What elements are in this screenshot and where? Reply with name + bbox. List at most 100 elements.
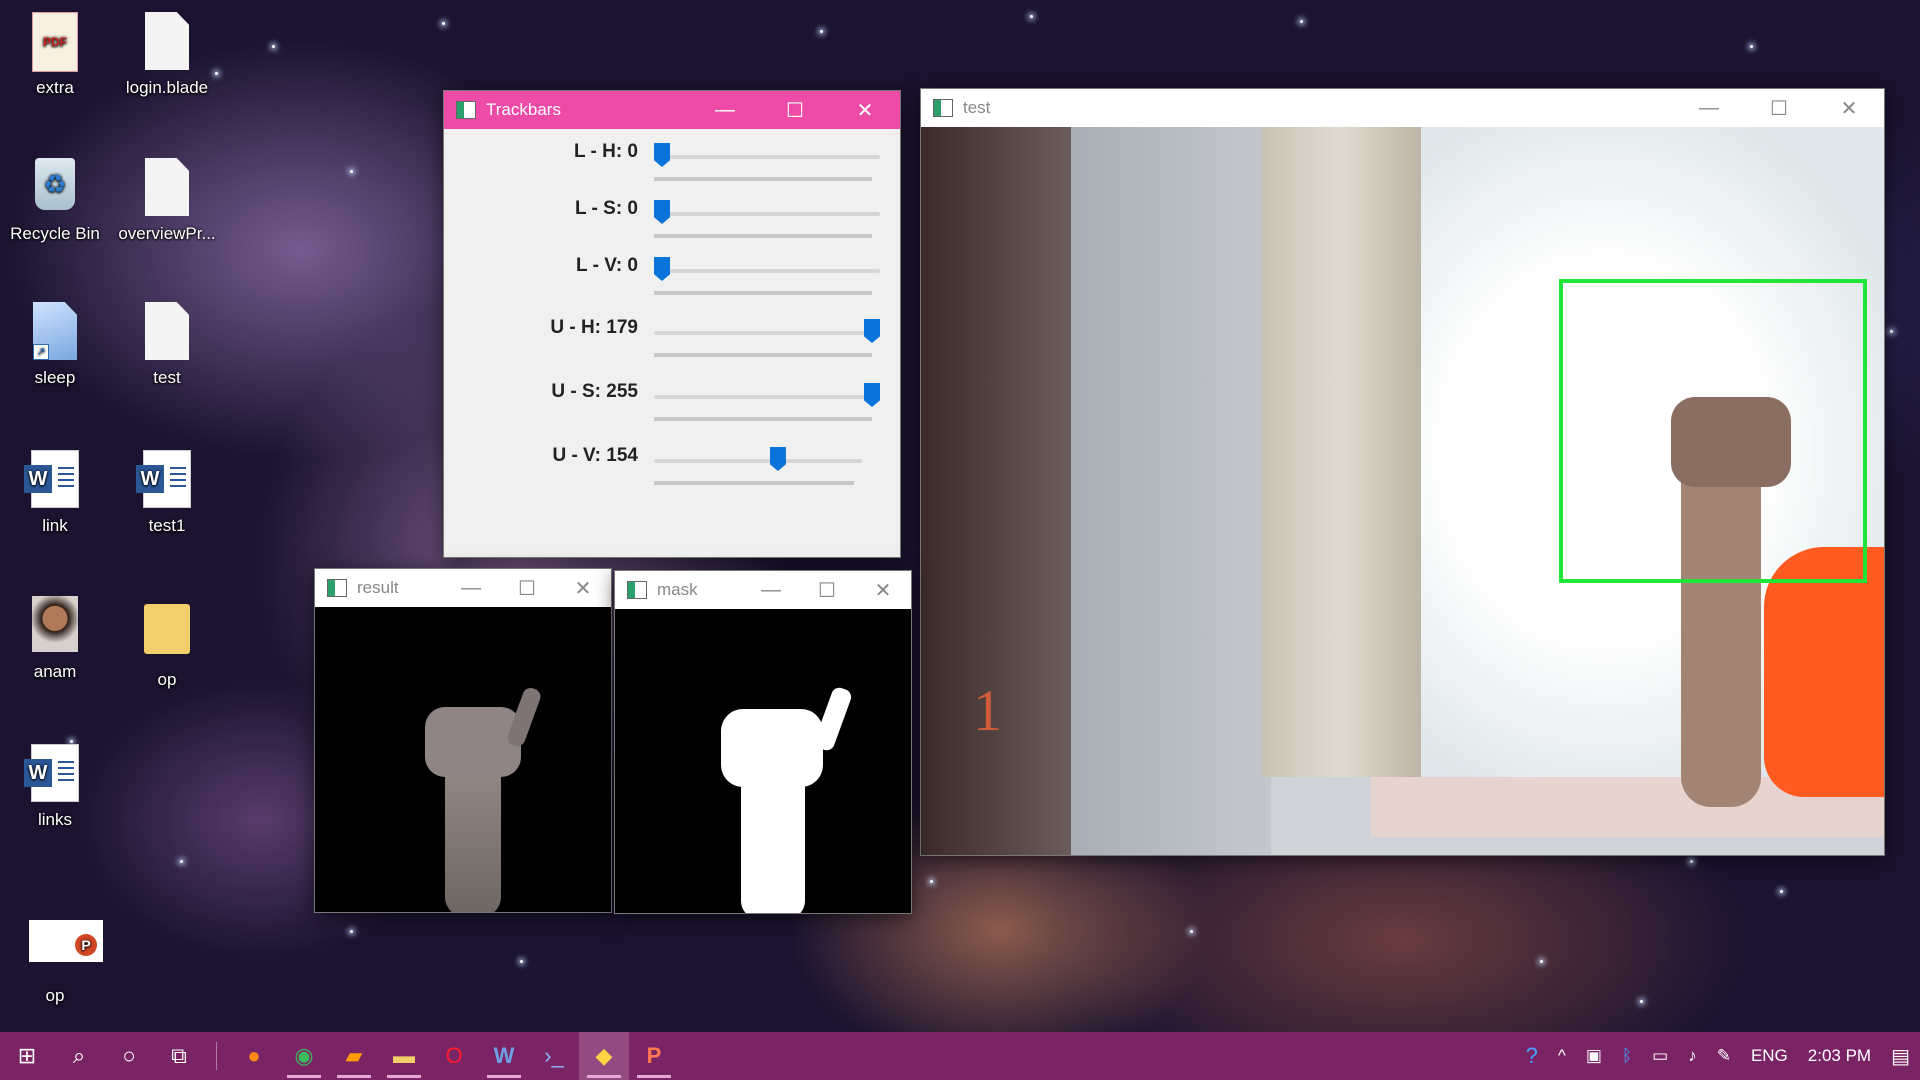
task-view-button[interactable]: ⧉ [154, 1032, 204, 1080]
result-titlebar[interactable]: result — ☐ ✕ [315, 569, 611, 607]
trackbar-rail[interactable] [654, 395, 880, 399]
minimize-button[interactable]: — [743, 571, 799, 609]
desktop-icon-links[interactable]: W links [5, 744, 105, 830]
maximize-button[interactable]: ☐ [760, 91, 830, 129]
trackbar-rail[interactable] [654, 269, 880, 273]
pdf-file-icon: PDF [32, 12, 78, 72]
file-icon [145, 158, 189, 216]
taskbar-powershell[interactable]: ›_ [529, 1032, 579, 1080]
close-button[interactable]: ✕ [830, 91, 900, 129]
close-button[interactable]: ✕ [1814, 89, 1884, 127]
dark-wall-edge [921, 127, 1071, 855]
maximize-button[interactable]: ☐ [1744, 89, 1814, 127]
trackbar-thumb[interactable] [654, 257, 670, 281]
taskbar-python[interactable]: ◆ [579, 1032, 629, 1080]
trackbar-row: U - H: 179 [444, 315, 900, 379]
language-indicator[interactable]: ENG [1751, 1046, 1788, 1066]
desktop-icon-anam[interactable]: anam [5, 596, 105, 682]
trackbar-thumb[interactable] [654, 143, 670, 167]
close-button[interactable]: ✕ [855, 571, 911, 609]
taskbar-file-explorer[interactable]: ▬ [379, 1032, 429, 1080]
trackbar-label: L - V: 0 [576, 255, 638, 276]
desktop-icon-test[interactable]: test [117, 302, 217, 388]
desktop-icon-op-folder[interactable]: op [117, 596, 217, 690]
app-icon [327, 579, 347, 597]
hand-fist [425, 707, 521, 777]
overlay-number: 1 [973, 678, 1002, 743]
desktop-icon-link[interactable]: W link [5, 450, 105, 536]
shortcut-arrow-icon: ↗ [33, 344, 49, 360]
notifications-icon[interactable]: ▤ [1891, 1044, 1910, 1069]
cortana-button[interactable]: ○ [104, 1032, 154, 1080]
opera-icon: O [445, 1043, 463, 1068]
result-window: result — ☐ ✕ [314, 568, 612, 913]
taskbar-opera[interactable]: O [429, 1032, 479, 1080]
desktop-icon-label: op [45, 986, 65, 1005]
wall [1071, 127, 1271, 855]
trackbars-window: Trackbars — ☐ ✕ L - H: 0 L - S: 0 L - V: 0… [443, 90, 901, 558]
desktop-icon-label: login.blade [125, 78, 209, 97]
battery-icon[interactable]: ▭ [1652, 1046, 1668, 1066]
trackbar-rail[interactable] [654, 331, 880, 335]
desktop-icon-label: op [157, 670, 177, 689]
desktop-icon-test1[interactable]: W test1 [117, 450, 217, 536]
close-button[interactable]: ✕ [555, 569, 611, 607]
trackbar-thumb[interactable] [769, 447, 786, 471]
taskbar-word[interactable]: W [479, 1032, 529, 1080]
trackbar-row: L - H: 0 [444, 139, 900, 203]
taskbar-firefox[interactable]: ● [229, 1032, 279, 1080]
file-icon [145, 302, 189, 360]
taskbar-divider [216, 1042, 217, 1070]
help-icon[interactable]: ? [1526, 1043, 1538, 1069]
trackbars-titlebar[interactable]: Trackbars — ☐ ✕ [444, 91, 900, 129]
trackbars-panel: L - H: 0 L - S: 0 L - V: 0 U - H: 179 U - S:… [444, 129, 900, 557]
taskbar-sublime-text[interactable]: ▰ [329, 1032, 379, 1080]
meet-now-icon[interactable]: ▣ [1586, 1046, 1602, 1066]
taskbar-chrome[interactable]: ◉ [279, 1032, 329, 1080]
app-icon [456, 101, 476, 119]
detection-box [1559, 279, 1867, 583]
pen-icon[interactable]: ✎ [1717, 1046, 1731, 1066]
chevron-up-icon[interactable]: ^ [1558, 1046, 1566, 1066]
desktop-icon-label: test1 [148, 516, 186, 535]
bluetooth-icon[interactable]: ᛒ [1622, 1046, 1632, 1066]
trackbar-thumb[interactable] [864, 319, 880, 343]
taskbar-powerpoint[interactable]: P [629, 1032, 679, 1080]
recycle-bin-icon: ♻ [35, 158, 75, 210]
result-image [315, 607, 611, 912]
powerpoint-file-icon: P [29, 920, 103, 962]
maximize-button[interactable]: ☐ [799, 571, 855, 609]
volume-icon[interactable]: ♪ [1688, 1046, 1697, 1066]
minimize-button[interactable]: — [690, 91, 760, 129]
user-avatar-icon [32, 596, 78, 652]
chrome-icon: ◉ [294, 1043, 314, 1068]
desktop-icon-op-powerpoint[interactable]: P op [5, 910, 105, 1006]
desktop-icon-label: sleep [34, 368, 76, 387]
window-title: Trackbars [486, 100, 561, 119]
word-doc-icon: W [136, 450, 191, 508]
minimize-button[interactable]: — [443, 569, 499, 607]
search-button[interactable]: ⌕ [54, 1032, 104, 1080]
desktop-icon-login-blade[interactable]: login.blade [117, 12, 217, 98]
trackbar-rail[interactable] [654, 459, 862, 463]
trackbar-tick-rail [654, 353, 872, 357]
test-window: test — ☐ ✕ 1 [920, 88, 1885, 856]
trackbar-thumb[interactable] [864, 383, 880, 407]
desktop-icon-extra[interactable]: PDF extra [5, 12, 105, 98]
trackbar-label: L - H: 0 [573, 141, 638, 162]
maximize-button[interactable]: ☐ [499, 569, 555, 607]
trackbar-thumb[interactable] [654, 200, 670, 224]
test-titlebar[interactable]: test — ☐ ✕ [921, 89, 1884, 127]
mask-fist [721, 709, 823, 787]
windows-start-button[interactable]: ⊞ [0, 1032, 54, 1080]
mask-titlebar[interactable]: mask — ☐ ✕ [615, 571, 911, 609]
orange-shirt [1764, 547, 1884, 797]
desktop-icon-label: overviewPr... [118, 224, 216, 243]
trackbar-rail[interactable] [654, 212, 880, 216]
clock[interactable]: 2:03 PM [1808, 1046, 1871, 1066]
desktop-icon-recycle-bin[interactable]: ♻ Recycle Bin [5, 158, 105, 244]
minimize-button[interactable]: — [1674, 89, 1744, 127]
desktop-icon-overviewpr[interactable]: overviewPr... [117, 158, 217, 244]
desktop-icon-sleep[interactable]: ↗ sleep [5, 302, 105, 388]
trackbar-rail[interactable] [654, 155, 880, 159]
